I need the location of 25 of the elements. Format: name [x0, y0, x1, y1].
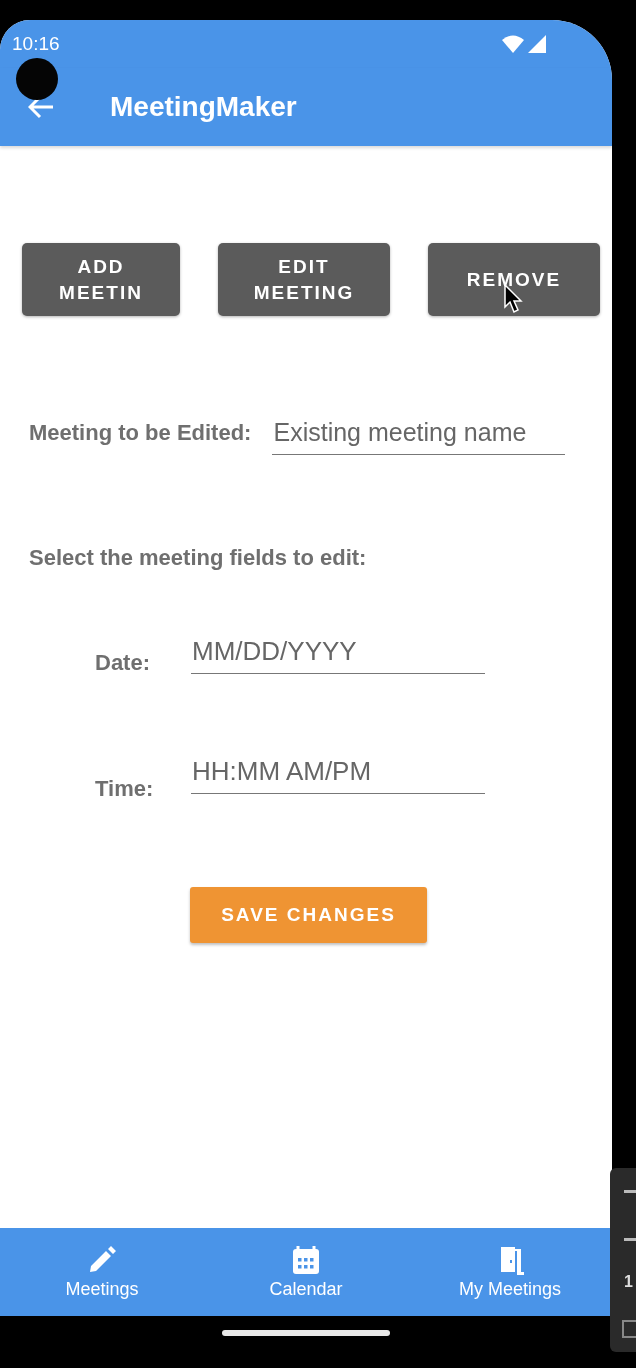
nav-item[interactable]: Calendar	[204, 1228, 408, 1316]
pencil-icon	[87, 1244, 117, 1275]
action-button[interactable]: REMOVE	[428, 243, 600, 316]
nav-item[interactable]: My Meetings	[408, 1228, 612, 1316]
meeting-name-field[interactable]: Existing meeting name	[272, 410, 566, 455]
calendar-icon	[291, 1244, 321, 1275]
field-label: Time:	[95, 776, 155, 802]
field-label: Date:	[95, 650, 151, 676]
input-field[interactable]: MM/DD/YYYY	[191, 629, 485, 674]
home-indicator[interactable]	[222, 1330, 390, 1336]
field-label: Meeting to be Edited:	[29, 419, 252, 446]
app-title: MeetingMaker	[110, 91, 297, 123]
section-heading: Select the meeting fields to edit:	[28, 545, 368, 571]
input-field[interactable]: HH:MM AM/PM	[191, 749, 485, 794]
signal-icon	[528, 35, 546, 53]
action-button[interactable]: EDIT MEETING	[218, 243, 390, 316]
minus-icon[interactable]	[624, 1238, 636, 1241]
zoom-label: 1	[624, 1273, 633, 1291]
nav-item[interactable]: Meetings	[0, 1228, 204, 1316]
wifi-icon	[502, 35, 524, 53]
frame-icon[interactable]	[622, 1320, 636, 1338]
mouse-pointer-icon	[504, 284, 524, 314]
save-changes-button[interactable]: SAVE CHANGES	[190, 887, 427, 943]
action-button[interactable]: ADD MEETIN	[22, 243, 180, 316]
status-time: 10:16	[12, 33, 60, 55]
